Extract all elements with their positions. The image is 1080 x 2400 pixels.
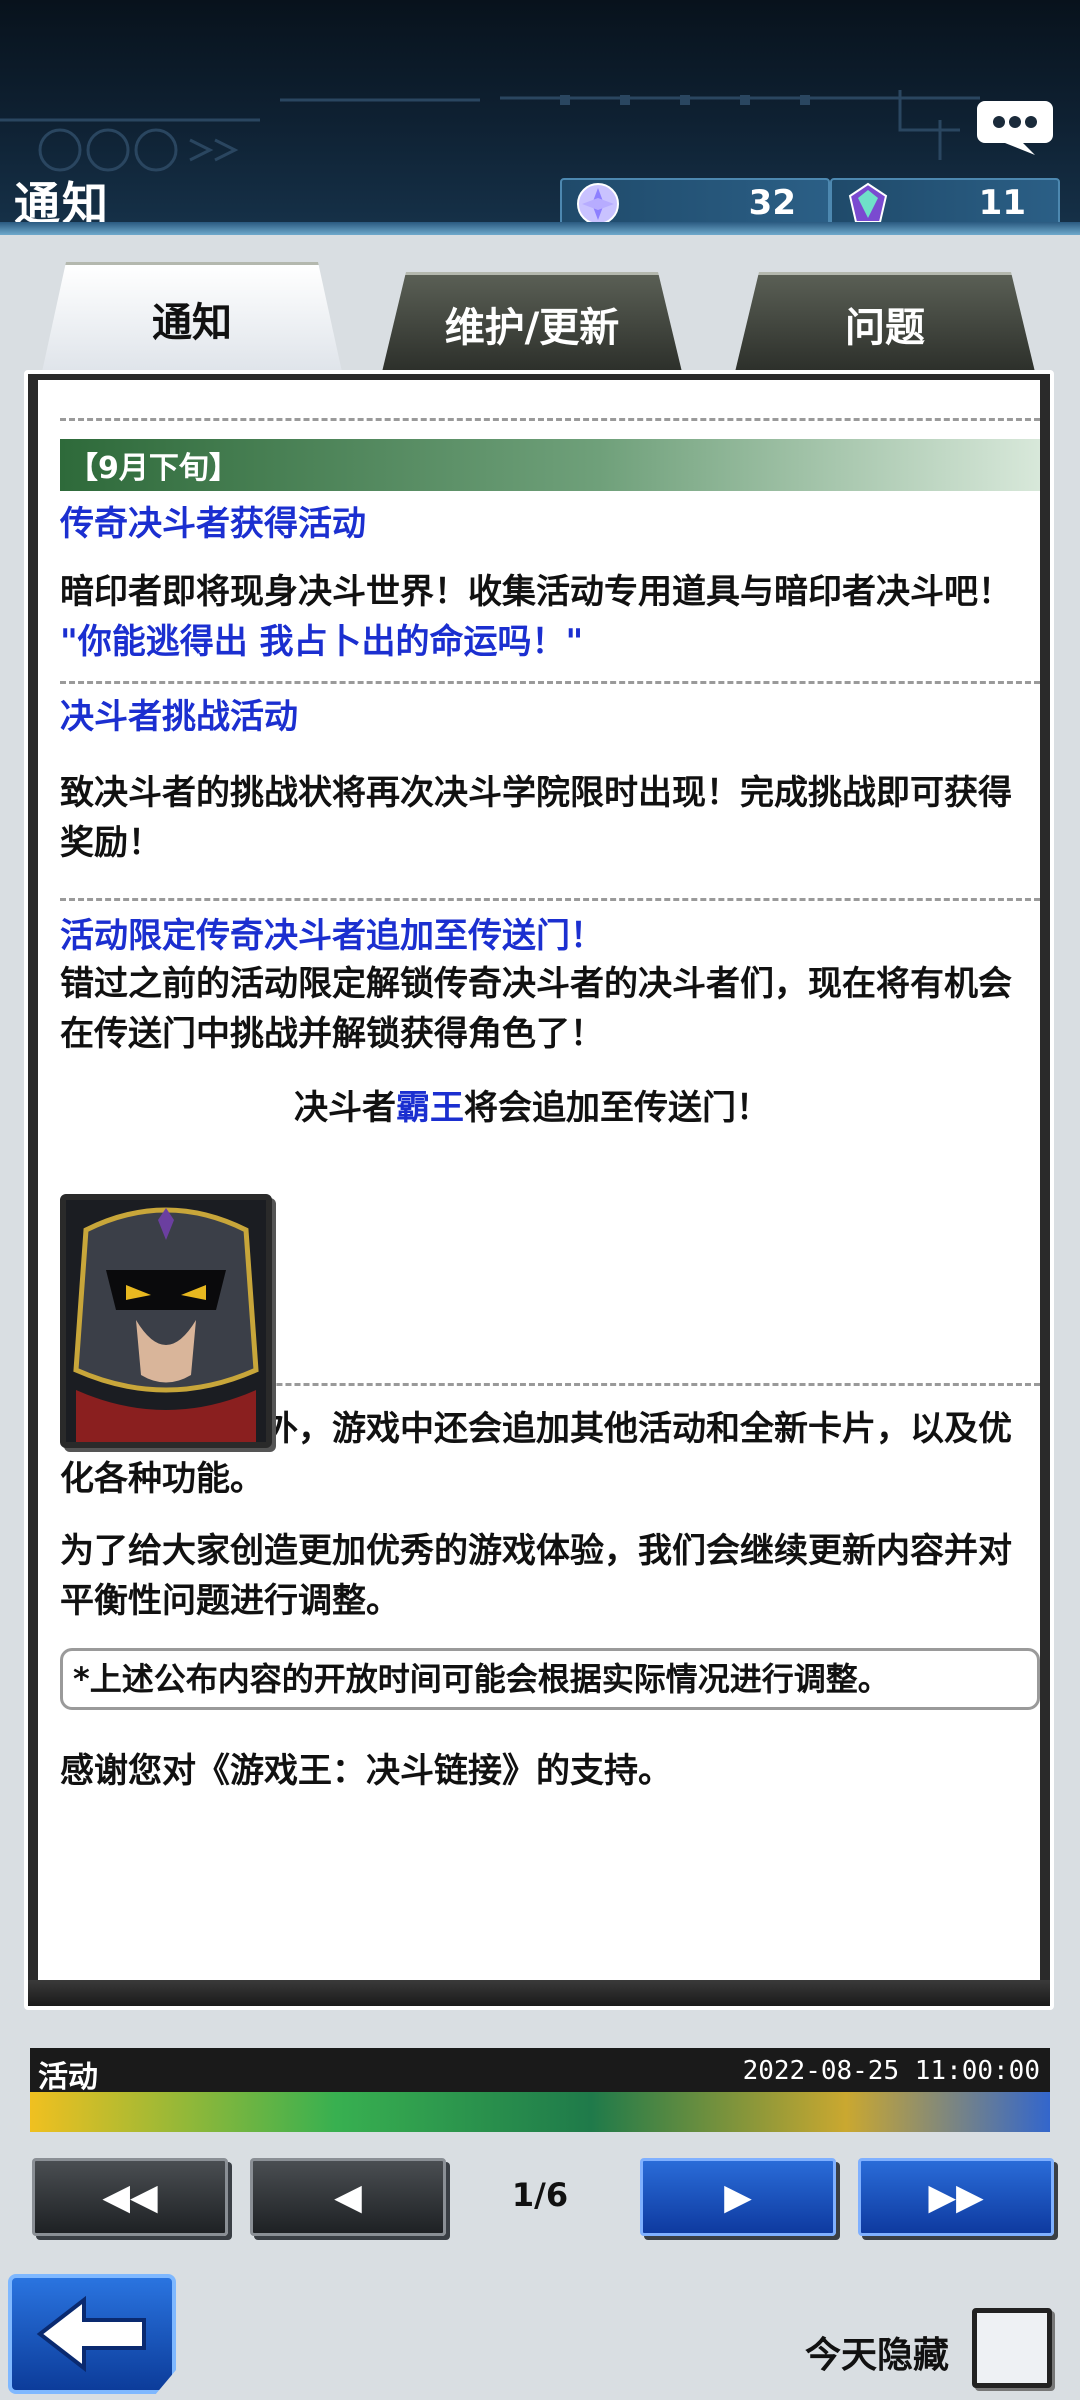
duelist-name[interactable]: 霸王 bbox=[396, 1088, 464, 1128]
tab-bar: 通知 维护/更新 问题 bbox=[0, 262, 1080, 372]
hide-today-checkbox[interactable] bbox=[972, 2308, 1052, 2388]
event-label: 活动 bbox=[38, 2060, 98, 2095]
gem-counter[interactable]: 32 bbox=[560, 178, 830, 228]
event-banner-strip[interactable]: 活动 2022-08-25 11:00:00 bbox=[30, 2048, 1050, 2132]
divider bbox=[60, 898, 1040, 901]
closing-paragraph-2: 为了给大家创造更加优秀的游戏体验，我们会继续更新内容并对平衡性问题进行调整。 bbox=[60, 1531, 1012, 1621]
event-body-challenge: 致决斗者的挑战状将再次决斗学院限时出现！完成挑战即可获得奖励！ bbox=[60, 773, 1012, 863]
event-date: 2022-08-25 11:00:00 bbox=[742, 2056, 1040, 2086]
event-banner-image[interactable] bbox=[30, 2092, 1050, 2132]
notice-scroll-area[interactable]: 【9月下旬】 传奇决斗者获得活动 暗印者即将现身决斗世界！收集活动专用道具与暗印… bbox=[38, 380, 1040, 1986]
notice-panel: 【9月下旬】 传奇决斗者获得活动 暗印者即将现身决斗世界！收集活动专用道具与暗印… bbox=[24, 370, 1054, 2010]
back-arrow-icon bbox=[36, 2295, 146, 2373]
event-title-gate: 活动限定传奇决斗者追加至传送门！ bbox=[60, 916, 604, 956]
tab-notice[interactable]: 通知 bbox=[42, 262, 342, 372]
gem-count: 32 bbox=[748, 183, 796, 223]
chat-icon[interactable] bbox=[975, 95, 1055, 157]
orb-count: 11 bbox=[978, 183, 1026, 223]
event-quote: "你能逃得出 我占卜出的命运吗！" bbox=[60, 622, 584, 662]
next-page-button[interactable]: ▶ bbox=[640, 2158, 836, 2236]
prev-page-button[interactable]: ◀ bbox=[250, 2158, 446, 2236]
top-header: 通知 32 11 bbox=[0, 0, 1080, 235]
event-body-legend: 暗印者即将现身决斗世界！收集活动专用道具与暗印者决斗吧！ bbox=[60, 572, 1012, 612]
hide-today-label: 今天隐藏 bbox=[805, 2335, 950, 2376]
gem-icon bbox=[577, 183, 619, 225]
duelist-portrait[interactable] bbox=[60, 1194, 272, 1448]
panel-footer-edge bbox=[28, 1980, 1050, 2006]
section-header: 【9月下旬】 bbox=[60, 439, 1040, 491]
tab-issues[interactable]: 问题 bbox=[735, 272, 1035, 372]
page-indicator: 1/6 bbox=[511, 2176, 569, 2214]
header-divider bbox=[0, 222, 1080, 235]
notice-content: 【9月下旬】 传奇决斗者获得活动 暗印者即将现身决斗世界！收集活动专用道具与暗印… bbox=[60, 380, 1040, 1796]
crystal-icon bbox=[848, 182, 888, 223]
duelist-line: 决斗者霸王将会追加至传送门！ bbox=[294, 1088, 770, 1128]
event-body-gate: 错过之前的活动限定解锁传奇决斗者的决斗者们，现在将有机会在传送门中挑战并解锁获得… bbox=[60, 964, 1012, 1054]
last-page-button[interactable]: ▶▶ bbox=[858, 2158, 1054, 2236]
thanks-line: 感谢您对《游戏王：决斗链接》的支持。 bbox=[60, 1751, 672, 1791]
divider bbox=[60, 418, 1040, 421]
divider bbox=[60, 681, 1040, 684]
first-page-button[interactable]: ◀◀ bbox=[32, 2158, 228, 2236]
back-button[interactable] bbox=[8, 2274, 176, 2394]
orb-counter[interactable]: 11 bbox=[830, 178, 1060, 228]
tab-maintenance[interactable]: 维护/更新 bbox=[382, 272, 682, 372]
disclaimer-note: *上述公布内容的开放时间可能会根据实际情况进行调整。 bbox=[60, 1648, 1040, 1710]
event-title-challenge: 决斗者挑战活动 bbox=[60, 697, 298, 737]
pager: ◀◀ ◀ 1/6 ▶ ▶▶ bbox=[0, 2150, 1080, 2240]
event-title-legend: 传奇决斗者获得活动 bbox=[60, 504, 366, 544]
